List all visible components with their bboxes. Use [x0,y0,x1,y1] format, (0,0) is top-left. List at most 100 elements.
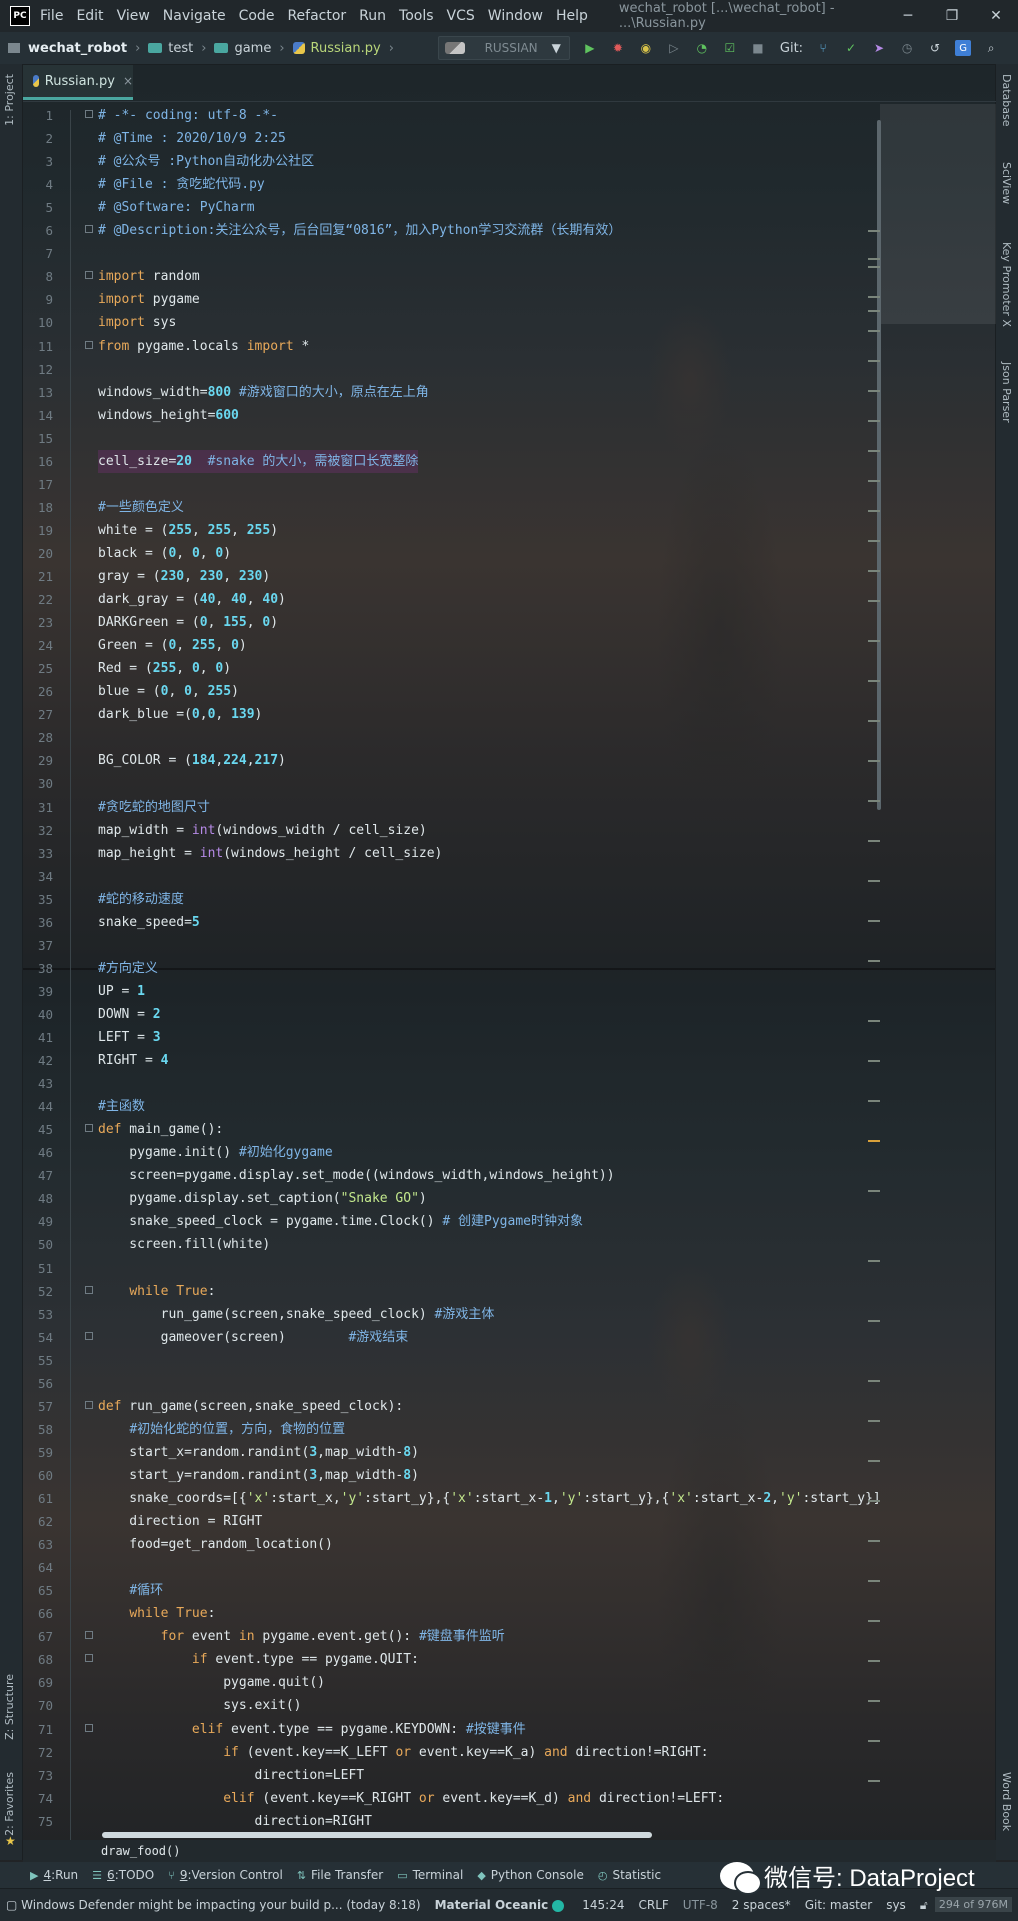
stripe-marker[interactable] [868,800,880,802]
stripe-marker[interactable] [868,1140,880,1142]
code-line[interactable]: 63 food=get_random_location() [23,1533,873,1556]
status-message[interactable]: ▢ Windows Defender might be impacting yo… [6,1898,421,1912]
line-number[interactable]: 3 [23,150,53,173]
fold-marker-icon[interactable] [85,271,93,280]
coverage-icon[interactable]: ◉ [638,40,654,56]
code-line[interactable]: 2 # @Time : 2020/10/9 2:25 [23,127,873,150]
line-number[interactable]: 18 [23,496,53,519]
menu-run[interactable]: Run [359,8,386,24]
line-number[interactable]: 66 [23,1602,53,1625]
line-number[interactable]: 42 [23,1049,53,1072]
line-number[interactable]: 1 [23,104,53,127]
line-number[interactable]: 71 [23,1718,53,1741]
line-number[interactable]: 24 [23,634,53,657]
code-line[interactable]: 54 gameover(screen) #游戏结束 [23,1326,873,1349]
line-number[interactable]: 73 [23,1764,53,1787]
line-number[interactable]: 45 [23,1118,53,1141]
fold-marker-icon[interactable] [85,1723,93,1732]
code-line[interactable]: 69 pygame.quit() [23,1671,873,1694]
stripe-marker[interactable] [868,1190,880,1192]
stripe-marker[interactable] [868,840,880,842]
build-icon[interactable]: ☑ [722,40,738,56]
line-number[interactable]: 14 [23,404,53,427]
stop-icon[interactable]: ■ [750,40,766,56]
code-line[interactable]: 10 import sys [23,311,873,334]
close-window-button[interactable]: ✕ [974,8,1018,24]
stripe-marker[interactable] [868,1020,880,1022]
line-number[interactable]: 4 [23,173,53,196]
file-transfer-tool-button[interactable]: ⇅ File Transfer [297,1868,383,1882]
line-number[interactable]: 35 [23,888,53,911]
database-tool-tab[interactable]: Database [1000,74,1013,127]
code-line[interactable]: 37 [23,934,873,957]
line-number[interactable]: 39 [23,980,53,1003]
stripe-marker[interactable] [868,296,880,298]
menu-edit[interactable]: Edit [76,8,103,24]
code-line[interactable]: 13 windows_width=800 #游戏窗口的大小，原点在左上角 [23,381,873,404]
memory-indicator[interactable]: 294 of 976M [934,1897,1012,1912]
code-line[interactable]: 67 for event in pygame.event.get(): #键盘事… [23,1625,873,1648]
line-number[interactable]: 68 [23,1648,53,1671]
file-encoding[interactable]: UTF-8 [683,1898,718,1912]
line-number[interactable]: 10 [23,311,53,334]
menu-window[interactable]: Window [488,8,543,24]
line-separator[interactable]: CRLF [638,1898,668,1912]
code-line[interactable]: 22 dark_gray = (40, 40, 40) [23,588,873,611]
line-number[interactable]: 33 [23,842,53,865]
code-line[interactable]: 48 pygame.display.set_caption("Snake GO"… [23,1187,873,1210]
menu-navigate[interactable]: Navigate [163,8,226,24]
json-parser-tool-tab[interactable]: Json Parser [1000,362,1013,423]
stripe-marker[interactable] [868,1320,880,1322]
code-line[interactable]: 14 windows_height=600 [23,404,873,427]
line-number[interactable]: 6 [23,219,53,242]
code-line[interactable]: 25 Red = (255, 0, 0) [23,657,873,680]
stripe-marker[interactable] [868,420,880,422]
line-number[interactable]: 20 [23,542,53,565]
tab-russian-py[interactable]: Russian.py × [23,65,133,100]
line-number[interactable]: 54 [23,1326,53,1349]
line-number[interactable]: 30 [23,772,53,795]
stripe-marker[interactable] [868,1740,880,1742]
fold-marker-icon[interactable] [85,225,93,234]
history-icon[interactable]: ◷ [899,40,915,56]
line-number[interactable]: 57 [23,1395,53,1418]
code-line[interactable]: 29 BG_COLOR = (184,224,217) [23,749,873,772]
line-number[interactable]: 13 [23,381,53,404]
code-line[interactable]: 51 [23,1257,873,1280]
profile-icon[interactable]: ▷ [666,40,682,56]
code-line[interactable]: 19 white = (255, 255, 255) [23,519,873,542]
line-number[interactable]: 36 [23,911,53,934]
line-number[interactable]: 51 [23,1257,53,1280]
restore-button[interactable]: ❐ [930,8,974,24]
code-line[interactable]: 15 [23,427,873,450]
line-number[interactable]: 23 [23,611,53,634]
line-number[interactable]: 9 [23,288,53,311]
code-line[interactable]: 17 [23,473,873,496]
fold-marker-icon[interactable] [85,340,93,349]
code-line[interactable]: 46 pygame.init() #初始化gygame [23,1141,873,1164]
stripe-marker[interactable] [868,1420,880,1422]
line-number[interactable]: 75 [23,1810,53,1833]
key-promoter-tool-tab[interactable]: Key Promoter X [1000,242,1013,327]
code-line[interactable]: 66 while True: [23,1602,873,1625]
line-number[interactable]: 43 [23,1072,53,1095]
code-line[interactable]: 34 [23,865,873,888]
code-line[interactable]: 42 RIGHT = 4 [23,1049,873,1072]
git-push-icon[interactable]: ➤ [871,40,887,56]
stripe-marker[interactable] [868,960,880,962]
code-line[interactable]: 65 #循环 [23,1579,873,1602]
fold-marker-icon[interactable] [85,1631,93,1640]
stripe-marker[interactable] [868,1380,880,1382]
concurrency-icon[interactable]: ◔ [694,40,710,56]
code-line[interactable]: 4 # @File : 贪吃蛇代码.py [23,173,873,196]
line-number[interactable]: 38 [23,957,53,980]
code-line[interactable]: 31 #贪吃蛇的地图尺寸 [23,796,873,819]
stripe-marker[interactable] [868,266,880,268]
code-line[interactable]: 20 black = (0, 0, 0) [23,542,873,565]
code-line[interactable]: 39 UP = 1 [23,980,873,1003]
breadcrumb-game[interactable]: game › [214,41,285,56]
line-number[interactable]: 8 [23,265,53,288]
line-number[interactable]: 15 [23,427,53,450]
line-number[interactable]: 47 [23,1164,53,1187]
stripe-marker[interactable] [868,258,880,260]
